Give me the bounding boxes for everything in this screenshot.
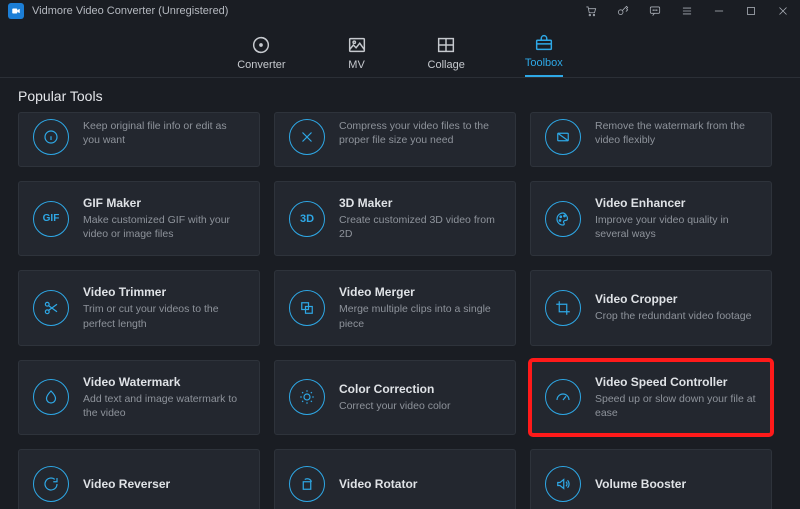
card-title: Video Trimmer — [83, 285, 245, 299]
card-desc: Compress your video files to the proper … — [339, 119, 501, 147]
collage-icon — [435, 35, 457, 55]
reverse-icon — [33, 466, 69, 502]
app-title: Vidmore Video Converter (Unregistered) — [32, 5, 582, 17]
crop-icon — [545, 290, 581, 326]
menu-icon[interactable] — [678, 2, 696, 20]
rotate-icon — [289, 466, 325, 502]
tool-card-video-merger[interactable]: Video Merger Merge multiple clips into a … — [274, 270, 516, 345]
maximize-icon[interactable] — [742, 2, 760, 20]
tools-grid: Keep original file info or edit as you w… — [18, 108, 772, 509]
section-title: Popular Tools — [18, 88, 782, 104]
card-desc: Correct your video color — [339, 399, 450, 413]
card-title: Volume Booster — [595, 477, 686, 491]
card-desc: Remove the watermark from the video flex… — [595, 119, 757, 147]
toolbox-icon — [533, 33, 555, 53]
cart-icon[interactable] — [582, 2, 600, 20]
card-desc: Add text and image watermark to the vide… — [83, 392, 245, 420]
card-desc: Make customized GIF with your video or i… — [83, 213, 245, 241]
tab-collage[interactable]: Collage — [428, 35, 465, 77]
card-title: Video Reverser — [83, 477, 170, 491]
card-title: Video Rotator — [339, 477, 417, 491]
minimize-icon[interactable] — [710, 2, 728, 20]
close-icon[interactable] — [774, 2, 792, 20]
tool-card-color-correction[interactable]: Color Correction Correct your video color — [274, 360, 516, 435]
card-title: Color Correction — [339, 382, 450, 396]
title-bar: Vidmore Video Converter (Unregistered) — [0, 0, 800, 22]
compress-icon — [289, 119, 325, 155]
tool-card-video-watermark[interactable]: Video Watermark Add text and image waterm… — [18, 360, 260, 435]
card-title: Video Merger — [339, 285, 501, 299]
tool-card-volume-booster[interactable]: Volume Booster — [530, 449, 772, 509]
card-desc: Trim or cut your videos to the perfect l… — [83, 302, 245, 330]
tab-label: Collage — [428, 59, 465, 71]
tool-card-metadata[interactable]: Keep original file info or edit as you w… — [18, 112, 260, 167]
tool-card-video-enhancer[interactable]: Video Enhancer Improve your video quality… — [530, 181, 772, 256]
feedback-icon[interactable] — [646, 2, 664, 20]
merge-icon — [289, 290, 325, 326]
toolbox-section: Popular Tools Keep original file info or… — [0, 78, 800, 509]
converter-icon — [250, 35, 272, 55]
tool-card-video-cropper[interactable]: Video Cropper Crop the redundant video fo… — [530, 270, 772, 345]
tab-label: Converter — [237, 59, 285, 71]
tool-card-remove-watermark[interactable]: Remove the watermark from the video flex… — [530, 112, 772, 167]
tab-mv[interactable]: MV — [346, 35, 368, 77]
card-desc: Crop the redundant video footage — [595, 309, 751, 323]
card-title: 3D Maker — [339, 196, 501, 210]
tool-card-video-reverser[interactable]: Video Reverser — [18, 449, 260, 509]
tool-card-video-trimmer[interactable]: Video Trimmer Trim or cut your videos to … — [18, 270, 260, 345]
sun-icon — [289, 379, 325, 415]
tool-card-video-rotator[interactable]: Video Rotator — [274, 449, 516, 509]
tab-converter[interactable]: Converter — [237, 35, 285, 77]
tool-card-compressor[interactable]: Compress your video files to the proper … — [274, 112, 516, 167]
card-desc: Keep original file info or edit as you w… — [83, 119, 245, 147]
tool-card-video-speed-controller[interactable]: Video Speed Controller Speed up or slow d… — [530, 360, 772, 435]
card-desc: Merge multiple clips into a single piece — [339, 302, 501, 330]
card-title: Video Watermark — [83, 375, 245, 389]
window-controls — [582, 2, 792, 20]
app-logo-icon — [8, 3, 24, 19]
gif-icon: GIF — [33, 201, 69, 237]
tool-card-gif-maker[interactable]: GIF GIF Maker Make customized GIF with yo… — [18, 181, 260, 256]
scissors-icon — [33, 290, 69, 326]
volume-icon — [545, 466, 581, 502]
tools-scroll-area[interactable]: Keep original file info or edit as you w… — [18, 108, 782, 509]
3d-icon: 3D — [289, 201, 325, 237]
tool-card-3d-maker[interactable]: 3D 3D Maker Create customized 3D video fr… — [274, 181, 516, 256]
card-desc: Speed up or slow down your file at ease — [595, 392, 757, 420]
remove-watermark-icon — [545, 119, 581, 155]
tab-label: MV — [348, 59, 365, 71]
tab-label: Toolbox — [525, 57, 563, 69]
info-icon — [33, 119, 69, 155]
card-title: GIF Maker — [83, 196, 245, 210]
gauge-icon — [545, 379, 581, 415]
droplet-icon — [33, 379, 69, 415]
card-desc: Create customized 3D video from 2D — [339, 213, 501, 241]
card-desc: Improve your video quality in several wa… — [595, 213, 757, 241]
card-title: Video Enhancer — [595, 196, 757, 210]
tab-toolbox[interactable]: Toolbox — [525, 33, 563, 77]
card-title: Video Cropper — [595, 292, 751, 306]
palette-icon — [545, 201, 581, 237]
main-tabs: Converter MV Collage Toolbox — [0, 22, 800, 78]
card-title: Video Speed Controller — [595, 375, 757, 389]
mv-icon — [346, 35, 368, 55]
key-icon[interactable] — [614, 2, 632, 20]
